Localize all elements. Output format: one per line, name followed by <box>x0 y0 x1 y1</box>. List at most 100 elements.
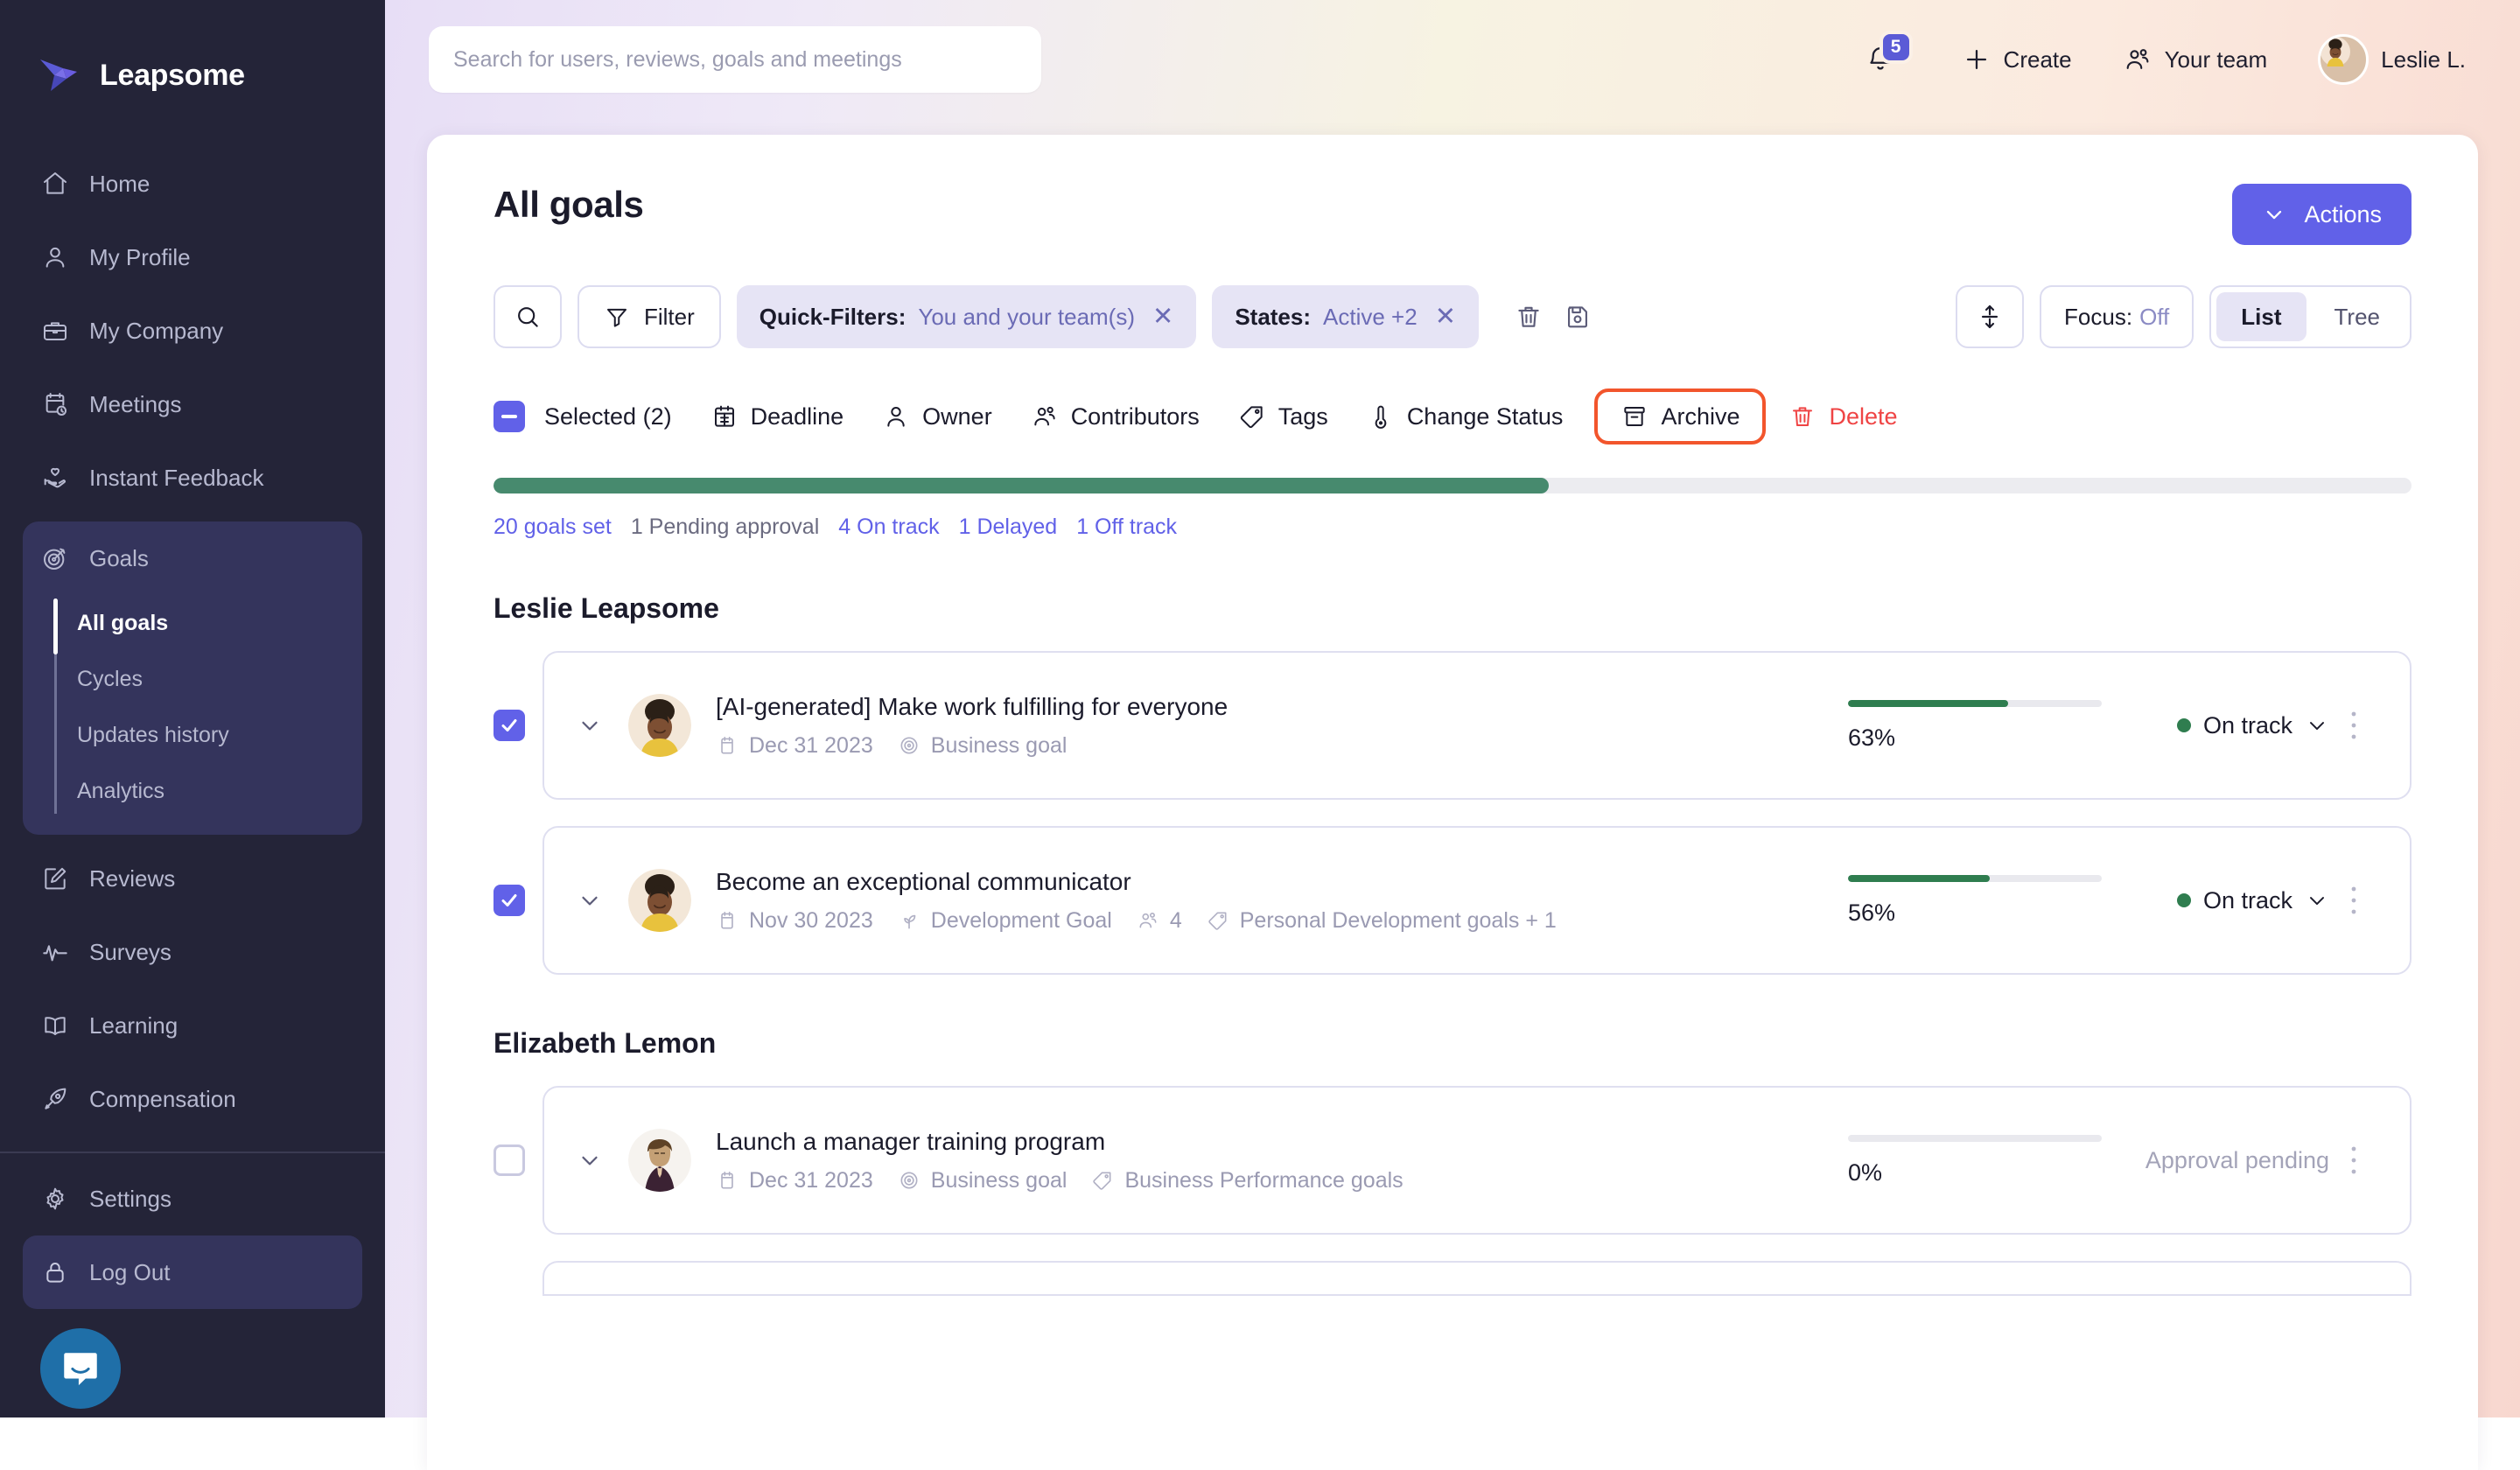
filter-label: Filter <box>644 304 695 331</box>
bulk-change-status-button[interactable]: Change Status <box>1367 402 1564 430</box>
notifications-button[interactable]: 5 <box>1850 29 1911 90</box>
goal-card[interactable]: Become an exceptional communicator Nov 3… <box>542 826 2412 975</box>
chevron-down-icon <box>577 712 603 738</box>
sidebar-item-reviews[interactable]: Reviews <box>0 842 385 915</box>
target-icon <box>40 543 70 573</box>
view-mode-tree[interactable]: Tree <box>2310 292 2405 341</box>
bulk-action-label: Delete <box>1829 403 1897 430</box>
close-icon[interactable]: ✕ <box>1435 304 1456 330</box>
bulk-deadline-button[interactable]: Deadline <box>710 402 844 430</box>
goal-deadline-value: Dec 31 2023 <box>749 733 873 759</box>
goal-progress-fill <box>1848 875 1990 882</box>
group-owner-name: Elizabeth Lemon <box>494 1027 2412 1060</box>
stat-delayed[interactable]: 1 Delayed <box>959 514 1058 540</box>
goal-more-menu[interactable] <box>2329 885 2378 916</box>
sidebar-item-goals[interactable]: Goals <box>23 522 362 595</box>
intercom-chat-icon[interactable] <box>40 1328 121 1409</box>
goal-stats: 20 goals set 1 Pending approval 4 On tra… <box>494 514 2412 540</box>
bulk-delete-button[interactable]: Delete <box>1788 402 1897 430</box>
chip-quick-filters[interactable]: Quick-Filters: You and your team(s) ✕ <box>737 285 1197 348</box>
expand-goal-button[interactable] <box>570 712 609 738</box>
chip-value: Active +2 <box>1323 304 1418 331</box>
goal-checkbox[interactable] <box>494 1144 525 1176</box>
goal-more-menu[interactable] <box>2329 710 2378 741</box>
view-mode-list[interactable]: List <box>2216 292 2306 341</box>
bulk-archive-button[interactable]: Archive <box>1594 388 1766 444</box>
bulk-action-label: Contributors <box>1071 403 1200 430</box>
sidebar-item-my-company[interactable]: My Company <box>0 294 385 368</box>
stat-on-track[interactable]: 4 On track <box>838 514 939 540</box>
goal-card[interactable]: Launch a manager training program Dec 31… <box>542 1086 2412 1235</box>
sidebar-item-cycles[interactable]: Cycles <box>77 651 362 707</box>
sidebar-item-home[interactable]: Home <box>0 147 385 220</box>
select-all-checkbox[interactable] <box>494 401 525 432</box>
bulk-contributors-button[interactable]: Contributors <box>1031 402 1200 430</box>
sidebar-item-all-goals[interactable]: All goals <box>77 595 362 651</box>
panel-header: All goals Actions <box>494 184 2412 245</box>
global-search-input[interactable]: Search for users, reviews, goals and mee… <box>429 26 1041 93</box>
sidebar-item-instant-feedback[interactable]: Instant Feedback <box>0 441 385 514</box>
goal-tags: Personal Development goals + 1 <box>1207 908 1557 934</box>
sidebar-subitem-label: Updates history <box>77 723 229 748</box>
goal-more-menu[interactable] <box>2329 1144 2378 1176</box>
expand-goal-button[interactable] <box>570 887 609 914</box>
goal-card-partial[interactable] <box>542 1261 2412 1296</box>
search-goals-button[interactable] <box>494 285 562 348</box>
sidebar-item-updates-history[interactable]: Updates history <box>77 707 362 763</box>
goal-status-dropdown[interactable]: On track <box>2102 887 2329 914</box>
edit-square-icon <box>40 864 70 893</box>
sidebar-item-learning[interactable]: Learning <box>0 989 385 1062</box>
goal-deadline-value: Dec 31 2023 <box>749 1168 873 1194</box>
bulk-tags-button[interactable]: Tags <box>1238 402 1328 430</box>
sidebar-item-log-out[interactable]: Log Out <box>23 1236 362 1309</box>
goal-card[interactable]: [AI-generated] Make work fulfilling for … <box>542 651 2412 800</box>
chip-states[interactable]: States: Active +2 ✕ <box>1212 285 1479 348</box>
stat-goals-set[interactable]: 20 goals set <box>494 514 612 540</box>
expand-collapse-button[interactable] <box>1956 285 2024 348</box>
bulk-owner-button[interactable]: Owner <box>882 402 992 430</box>
sidebar-item-surveys[interactable]: Surveys <box>0 915 385 989</box>
actions-button[interactable]: Actions <box>2232 184 2412 245</box>
sidebar-item-my-profile[interactable]: My Profile <box>0 220 385 294</box>
close-icon[interactable]: ✕ <box>1152 304 1173 330</box>
users-icon <box>2123 45 2152 74</box>
goal-progress-track <box>1848 1135 2102 1142</box>
focus-value: Off <box>2139 304 2169 331</box>
goal-progress-value: 56% <box>1848 900 2102 927</box>
calendar-icon <box>716 909 738 932</box>
goal-contributors: 4 <box>1137 908 1182 934</box>
goal-checkbox[interactable] <box>494 885 525 916</box>
view-mode-switch: List Tree <box>2209 285 2412 348</box>
goal-status-dropdown[interactable]: On track <box>2102 712 2329 739</box>
goal-main: [AI-generated] Make work fulfilling for … <box>716 693 1848 759</box>
sidebar-item-settings[interactable]: Settings <box>0 1162 385 1236</box>
goal-progress-fill <box>1848 700 2008 707</box>
expand-goal-button[interactable] <box>570 1147 609 1173</box>
notifications-badge: 5 <box>1880 31 1913 64</box>
subnav-active-rail <box>53 598 58 654</box>
focus-toggle[interactable]: Focus: Off <box>2040 285 2194 348</box>
sidebar-divider <box>0 1152 385 1153</box>
user-menu[interactable]: Leslie L. <box>2318 34 2466 85</box>
trash-icon[interactable] <box>1514 302 1544 332</box>
sidebar-item-compensation[interactable]: Compensation <box>0 1062 385 1136</box>
your-team-button[interactable]: Your team <box>2123 45 2268 74</box>
goal-progress-value: 0% <box>1848 1159 2102 1186</box>
sidebar-item-analytics[interactable]: Analytics <box>77 763 362 819</box>
avatar <box>628 694 691 757</box>
chevron-down-icon <box>577 1147 603 1173</box>
chevron-down-icon <box>2305 888 2329 913</box>
stat-off-track[interactable]: 1 Off track <box>1076 514 1177 540</box>
create-button[interactable]: Create <box>1962 45 2072 74</box>
filter-button[interactable]: Filter <box>578 285 721 348</box>
goal-checkbox[interactable] <box>494 710 525 741</box>
save-icon[interactable] <box>1563 302 1592 332</box>
goal-meta: Nov 30 2023 Development Goal 4 <box>716 908 1848 934</box>
user-label: Leslie L. <box>2381 46 2466 74</box>
brand-name: Leapsome <box>100 59 245 93</box>
sidebar-item-label: My Company <box>89 318 223 345</box>
book-icon <box>40 1011 70 1040</box>
bulk-action-label: Change Status <box>1407 403 1564 430</box>
sidebar-item-meetings[interactable]: Meetings <box>0 368 385 441</box>
bulk-action-label: Archive <box>1661 403 1740 430</box>
